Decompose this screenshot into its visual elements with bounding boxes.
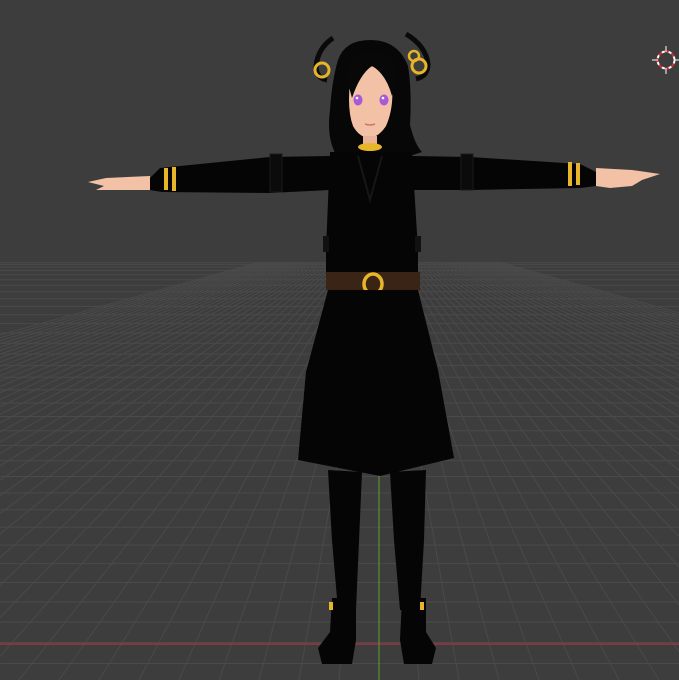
choker [358,143,382,151]
boot-clasp-right [420,602,424,610]
3d-viewport[interactable] [0,0,679,680]
torso [326,152,418,280]
eye-left [353,94,363,106]
eye-right [379,94,389,106]
viewport-canvas[interactable] [0,0,679,680]
boot-clasp-left [329,602,333,610]
